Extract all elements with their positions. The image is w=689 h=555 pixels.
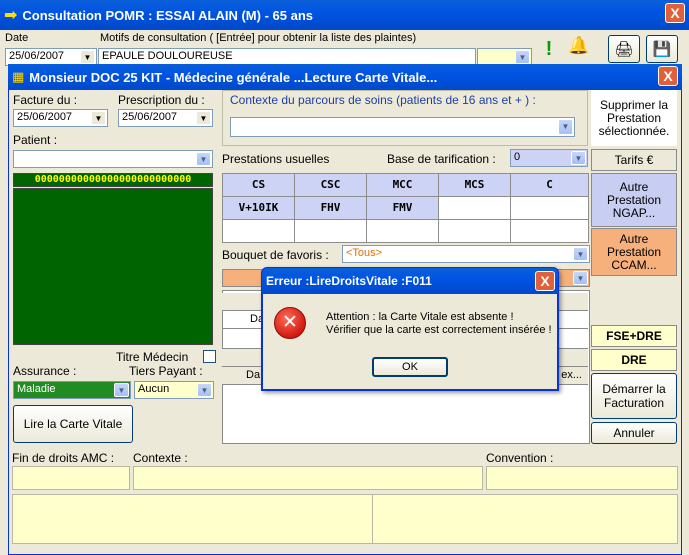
bouquet-select[interactable]: <Tous> ▼ xyxy=(342,245,590,263)
main-close-button[interactable]: X xyxy=(665,3,685,23)
patient-label: Patient : xyxy=(13,133,58,147)
prestations-label: Prestations usuelles xyxy=(222,152,330,166)
read-card-button[interactable]: Lire la Carte Vitale xyxy=(13,405,133,443)
chevron-down-icon[interactable]: ▼ xyxy=(573,271,588,285)
prestation-empty[interactable] xyxy=(510,196,589,220)
chevron-down-icon[interactable]: ▼ xyxy=(196,111,211,125)
convention-field xyxy=(486,466,678,490)
facture-label: Facture du : xyxy=(13,93,78,107)
fin-droits-field xyxy=(12,466,130,490)
chevron-down-icon[interactable]: ▼ xyxy=(91,111,106,125)
chevron-down-icon[interactable]: ▼ xyxy=(515,50,530,64)
prestation-fhv[interactable]: FHV xyxy=(294,196,367,220)
printer-icon[interactable]: 🖨 xyxy=(608,35,640,63)
prestation-empty[interactable] xyxy=(510,219,589,243)
cancel-button[interactable]: Annuler xyxy=(591,422,677,444)
error-title-bar: Erreur :LireDroitsVitale :F011 X xyxy=(262,268,558,294)
assurance-select[interactable]: Maladie ▼ xyxy=(13,381,131,399)
patient-select[interactable]: ▼ xyxy=(13,150,213,168)
prestation-empty[interactable] xyxy=(366,219,439,243)
chevron-down-icon[interactable]: ▼ xyxy=(80,50,95,64)
tiers-payant-select[interactable]: Aucun ▼ xyxy=(134,381,214,399)
prestation-empty[interactable] xyxy=(438,219,511,243)
base-tarif-label: Base de tarification : xyxy=(387,152,496,166)
card-icon: ▦ xyxy=(12,69,25,84)
lower-divider xyxy=(372,494,373,544)
chevron-down-icon[interactable]: ▼ xyxy=(196,152,211,166)
prestation-fmv[interactable]: FMV xyxy=(366,196,439,220)
start-billing-button[interactable]: Démarrer la Facturation xyxy=(591,373,677,419)
contexte-parcours-select[interactable]: ▼ xyxy=(230,117,575,137)
dialog-close-button[interactable]: X xyxy=(658,66,678,86)
tarifs-button[interactable]: Tarifs € xyxy=(591,149,677,171)
prestation-cs[interactable]: CS xyxy=(222,173,295,197)
contexte-field xyxy=(133,466,483,490)
arrow-icon: ➡ xyxy=(4,7,18,24)
prescription-date-field[interactable]: 25/06/2007 ▼ xyxy=(118,109,213,127)
card-number-strip: 00000000000000000000000000 xyxy=(13,173,213,187)
error-title: Erreur :LireDroitsVitale :F011 xyxy=(266,274,432,288)
titre-medecin-label: Titre Médecin xyxy=(116,350,189,364)
prestation-mcs[interactable]: MCS xyxy=(438,173,511,197)
contexte-label: Contexte : xyxy=(133,451,188,465)
error-message-line2: Vérifier que la carte est correctement i… xyxy=(326,324,552,336)
error-close-button[interactable]: X xyxy=(535,271,555,291)
table-partial-right: ex... xyxy=(561,369,582,381)
prestation-empty[interactable] xyxy=(438,196,511,220)
autre-ngap-button[interactable]: Autre Prestation NGAP... xyxy=(591,173,677,227)
card-reader-panel xyxy=(13,188,213,345)
bell-icon[interactable]: 🔔 xyxy=(566,36,592,62)
prestation-mcc[interactable]: MCC xyxy=(366,173,439,197)
titre-medecin-checkbox[interactable] xyxy=(203,350,216,363)
dre-button[interactable]: DRE xyxy=(591,349,677,371)
autre-ccam-button[interactable]: Autre Prestation CCAM... xyxy=(591,228,677,276)
chevron-down-icon[interactable]: ▼ xyxy=(573,247,588,261)
ok-button[interactable]: OK xyxy=(372,357,448,377)
chevron-down-icon[interactable]: ▼ xyxy=(197,383,212,397)
dialog-title-bar: ▦ Monsieur DOC 25 KIT - Médecine général… xyxy=(8,64,682,90)
motifs-label: Motifs de consultation ( [Entrée] pour o… xyxy=(100,32,417,44)
error-icon: ✕ xyxy=(274,307,306,339)
date-label: Date xyxy=(5,32,29,44)
chevron-down-icon[interactable]: ▼ xyxy=(558,119,573,135)
fse-dre-button[interactable]: FSE+DRE xyxy=(591,325,677,347)
delete-prestation-button[interactable]: Supprimer la Prestation sélectionnée. xyxy=(591,90,677,146)
error-message-line1: Attention : la Carte Vitale est absente … xyxy=(326,311,514,323)
bouquet-label: Bouquet de favoris : xyxy=(222,248,329,262)
prestation-v10ik[interactable]: V+10IK xyxy=(222,196,295,220)
exclamation-icon[interactable]: ! xyxy=(540,38,558,62)
lower-yellow-panel xyxy=(12,494,678,544)
prestation-csc[interactable]: CSC xyxy=(294,173,367,197)
chevron-down-icon[interactable]: ▼ xyxy=(114,383,129,397)
dialog-title: Monsieur DOC 25 KIT - Médecine générale … xyxy=(29,69,438,85)
base-tarif-select[interactable]: 0 ▼ xyxy=(510,149,588,167)
prestation-empty[interactable] xyxy=(222,219,295,243)
fin-droits-label: Fin de droits AMC : xyxy=(12,451,115,465)
tiers-payant-label: Tiers Payant : xyxy=(129,364,203,378)
prestation-empty[interactable] xyxy=(294,219,367,243)
main-window-title: Consultation POMR : ESSAI ALAIN (M) - 65… xyxy=(22,7,313,23)
save-icon[interactable]: 💾 xyxy=(646,35,678,63)
main-title-bar: ➡ Consultation POMR : ESSAI ALAIN (M) - … xyxy=(0,0,689,30)
prestation-c[interactable]: C xyxy=(510,173,589,197)
prescription-label: Prescription du : xyxy=(118,93,205,107)
facture-date-field[interactable]: 25/06/2007 ▼ xyxy=(13,109,108,127)
assurance-label: Assurance : xyxy=(13,364,77,378)
convention-label: Convention : xyxy=(486,451,554,465)
chevron-down-icon[interactable]: ▼ xyxy=(571,151,586,165)
